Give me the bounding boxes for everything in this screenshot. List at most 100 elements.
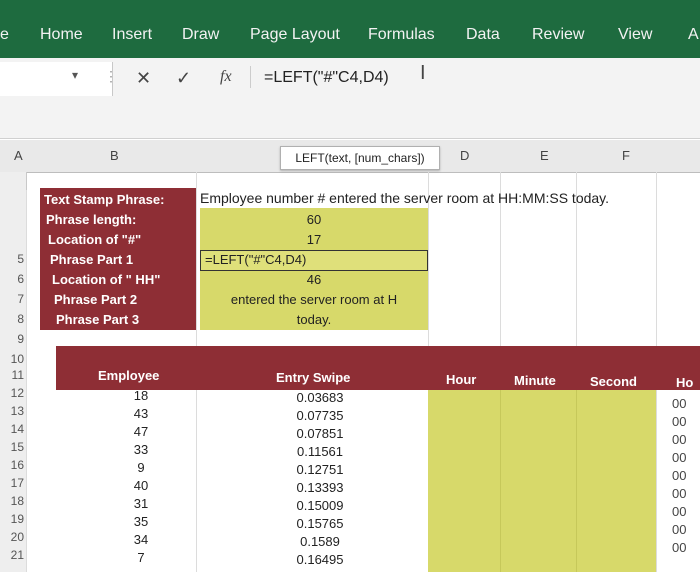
column-f-header[interactable]: F bbox=[622, 148, 630, 163]
tab-draw[interactable]: Draw bbox=[182, 26, 219, 44]
text-cursor-icon: I bbox=[420, 62, 426, 84]
row-header[interactable]: 21 bbox=[0, 548, 24, 562]
row-header[interactable]: 7 bbox=[0, 292, 24, 306]
label-phrase-length: Phrase length: bbox=[46, 212, 137, 227]
column-d-header[interactable]: D bbox=[460, 148, 469, 163]
divider bbox=[250, 66, 251, 88]
entry-swipe-cell[interactable]: 0.11561 bbox=[270, 444, 370, 459]
label-location-hh: Location of " HH" bbox=[52, 272, 161, 287]
column-a-header[interactable]: A bbox=[14, 148, 23, 163]
employee-cell[interactable]: 9 bbox=[96, 460, 186, 475]
tab-insert[interactable]: Insert bbox=[112, 26, 152, 44]
tab-page-layout[interactable]: Page Layout bbox=[250, 26, 340, 44]
employee-cell[interactable]: 33 bbox=[96, 442, 186, 457]
header-minute[interactable]: Minute bbox=[514, 373, 556, 388]
employee-cell[interactable]: 31 bbox=[96, 496, 186, 511]
row-header[interactable]: 16 bbox=[0, 458, 24, 472]
row-header[interactable]: 12 bbox=[0, 386, 24, 400]
employee-cell[interactable]: 34 bbox=[96, 532, 186, 547]
name-box[interactable]: ▾ bbox=[0, 62, 113, 96]
hour-partial-cell[interactable]: 00 bbox=[672, 504, 686, 519]
column-b-header[interactable]: B bbox=[110, 148, 119, 163]
tab-file-partial[interactable]: e bbox=[0, 26, 9, 44]
function-tooltip: LEFT(text, [num_chars]) bbox=[280, 146, 440, 170]
info-label-block: Text Stamp Phrase: Phrase length: Locati… bbox=[40, 188, 196, 330]
confirm-check-icon[interactable]: ✓ bbox=[176, 68, 191, 89]
row-header[interactable]: 17 bbox=[0, 476, 24, 490]
label-location-hash: Location of "#" bbox=[48, 232, 142, 247]
entry-swipe-cell[interactable]: 0.15009 bbox=[270, 498, 370, 513]
formula-input[interactable]: =LEFT("#"C4,D4) bbox=[264, 69, 389, 87]
row-headers: 5 6 7 8 9 10 11 12 13 14 15 16 17 18 19 … bbox=[0, 172, 27, 572]
label-phrase-part-2: Phrase Part 2 bbox=[54, 292, 138, 307]
row-header[interactable]: 18 bbox=[0, 494, 24, 508]
tab-home[interactable]: Home bbox=[40, 26, 83, 44]
part2-value-line1[interactable]: entered the server room at H bbox=[200, 292, 428, 307]
phrase-length-value[interactable]: 60 bbox=[200, 212, 428, 227]
tab-formulas[interactable]: Formulas bbox=[368, 26, 435, 44]
row-header[interactable]: 14 bbox=[0, 422, 24, 436]
hour-partial-cell[interactable]: 00 bbox=[672, 450, 686, 465]
hour-partial-cell[interactable]: 00 bbox=[672, 540, 686, 555]
chevron-down-icon[interactable]: ▾ bbox=[72, 68, 78, 82]
entry-swipe-cell[interactable]: 0.07851 bbox=[270, 426, 370, 441]
part1-formula-value: =LEFT("#"C4,D4) bbox=[205, 252, 307, 267]
employee-cell[interactable]: 18 bbox=[96, 388, 186, 403]
tab-review[interactable]: Review bbox=[532, 26, 584, 44]
row-header[interactable]: 5 bbox=[0, 252, 24, 266]
entry-swipe-cell[interactable]: 0.16495 bbox=[270, 552, 370, 567]
header-entry-swipe[interactable]: Entry Swipe bbox=[276, 370, 350, 385]
row-header[interactable]: 6 bbox=[0, 272, 24, 286]
row-header[interactable]: 11 bbox=[0, 368, 24, 382]
drag-handle-icon: ⋮ bbox=[104, 68, 118, 84]
row-header[interactable]: 19 bbox=[0, 512, 24, 526]
tab-view[interactable]: View bbox=[618, 26, 652, 44]
entry-swipe-cell[interactable]: 0.13393 bbox=[270, 480, 370, 495]
location-hash-value[interactable]: 17 bbox=[200, 232, 428, 247]
part2-value-line2[interactable]: today. bbox=[200, 312, 428, 327]
phrase-value[interactable]: Employee number # entered the server roo… bbox=[200, 190, 609, 206]
hour-partial-cell[interactable]: 00 bbox=[672, 486, 686, 501]
hour-partial-cell[interactable]: 00 bbox=[672, 414, 686, 429]
row-header[interactable]: 8 bbox=[0, 312, 24, 326]
hour-partial-cell[interactable]: 00 bbox=[672, 522, 686, 537]
gridline bbox=[500, 390, 501, 572]
header-second[interactable]: Second bbox=[590, 374, 637, 389]
employee-cell[interactable]: 7 bbox=[96, 550, 186, 565]
label-phrase-part-1: Phrase Part 1 bbox=[50, 252, 134, 267]
entry-swipe-cell[interactable]: 0.07735 bbox=[270, 408, 370, 423]
input-range[interactable] bbox=[428, 390, 656, 572]
cancel-icon[interactable]: ✕ bbox=[136, 68, 151, 89]
function-icon[interactable]: fx bbox=[220, 68, 232, 86]
header-hour[interactable]: Hour bbox=[446, 372, 476, 387]
column-e-header[interactable]: E bbox=[540, 148, 549, 163]
hour-partial-cell[interactable]: 00 bbox=[672, 432, 686, 447]
header-employee[interactable]: Employee bbox=[98, 368, 159, 383]
entry-swipe-cell[interactable]: 0.03683 bbox=[270, 390, 370, 405]
active-cell[interactable]: =LEFT("#"C4,D4) bbox=[200, 250, 428, 271]
hour-partial-cell[interactable]: 00 bbox=[672, 468, 686, 483]
row-header[interactable]: 15 bbox=[0, 440, 24, 454]
gridline bbox=[26, 190, 27, 572]
employee-cell[interactable]: 43 bbox=[96, 406, 186, 421]
tab-data[interactable]: Data bbox=[466, 26, 500, 44]
header-hour-partial[interactable]: Ho bbox=[676, 375, 693, 390]
entry-swipe-cell[interactable]: 0.12751 bbox=[270, 462, 370, 477]
entry-swipe-cell[interactable]: 0.1589 bbox=[270, 534, 370, 549]
hour-partial-cell[interactable]: 00 bbox=[672, 396, 686, 411]
tab-partial[interactable]: A bbox=[688, 26, 699, 44]
gridline bbox=[576, 390, 577, 572]
employee-cell[interactable]: 47 bbox=[96, 424, 186, 439]
label-phrase-part-3: Phrase Part 3 bbox=[56, 312, 140, 327]
entry-swipe-cell[interactable]: 0.15765 bbox=[270, 516, 370, 531]
row-header[interactable]: 10 bbox=[0, 352, 24, 366]
table-header-row: Employee Entry Swipe Hour Minute Second … bbox=[56, 346, 700, 390]
ribbon: e Home Insert Draw Page Layout Formulas … bbox=[0, 0, 700, 58]
employee-cell[interactable]: 35 bbox=[96, 514, 186, 529]
formula-bar: ▾ ⋮ ✕ ✓ fx =LEFT("#"C4,D4) I bbox=[0, 58, 700, 139]
row-header[interactable]: 13 bbox=[0, 404, 24, 418]
employee-cell[interactable]: 40 bbox=[96, 478, 186, 493]
row-header[interactable]: 20 bbox=[0, 530, 24, 544]
location-hh-value[interactable]: 46 bbox=[200, 272, 428, 287]
row-header[interactable]: 9 bbox=[0, 332, 24, 346]
